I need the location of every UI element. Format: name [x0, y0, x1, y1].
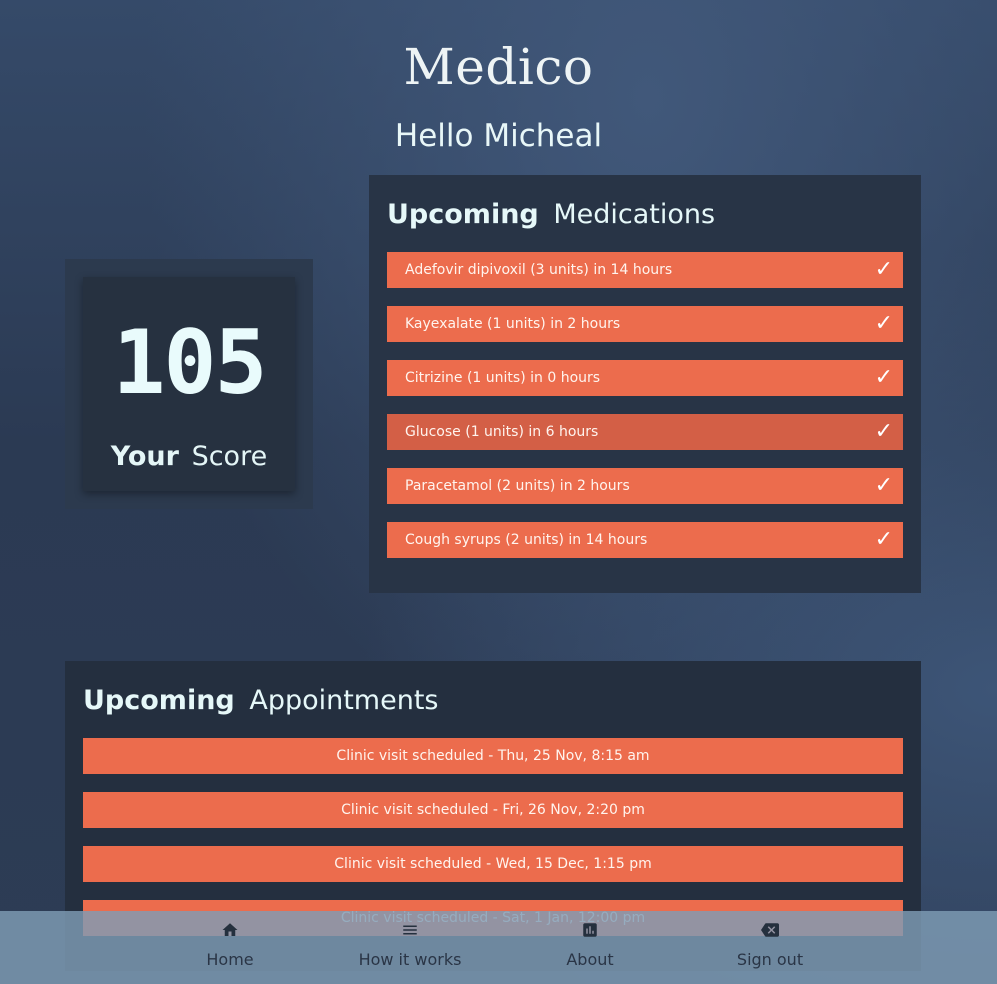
- appointment-item[interactable]: Clinic visit scheduled - Fri, 26 Nov, 2:…: [83, 792, 903, 828]
- bar-chart-icon: [500, 921, 680, 941]
- appointment-item[interactable]: Clinic visit scheduled - Wed, 15 Dec, 1:…: [83, 846, 903, 882]
- nav-sign-out-label: Sign out: [736, 950, 804, 969]
- nav-sign-out[interactable]: Sign out: [680, 911, 860, 969]
- medication-item[interactable]: Citrizine (1 units) in 0 hours ✓: [387, 360, 903, 396]
- appointments-title-rest: Appointments: [249, 685, 439, 716]
- medication-item[interactable]: Paracetamol (2 units) in 2 hours ✓: [387, 468, 903, 504]
- medications-title: Upcoming Medications: [387, 199, 903, 230]
- medication-item[interactable]: Kayexalate (1 units) in 2 hours ✓: [387, 306, 903, 342]
- brand-title: Medico: [403, 38, 594, 96]
- score-label: Your Score: [83, 441, 295, 472]
- medications-title-bold: Upcoming: [387, 199, 539, 230]
- nav-how-it-works-label: How it works: [358, 950, 462, 969]
- nav-home[interactable]: Home: [140, 911, 320, 969]
- backspace-icon: [680, 921, 860, 941]
- medication-label: Kayexalate (1 units) in 2 hours: [405, 316, 621, 332]
- greeting: Hello Micheal: [394, 118, 603, 154]
- check-icon[interactable]: ✓: [875, 414, 893, 450]
- score-card: 105 Your Score: [83, 277, 295, 491]
- appointments-title-bold: Upcoming: [83, 685, 235, 716]
- check-icon[interactable]: ✓: [875, 306, 893, 342]
- score-label-rest: Score: [191, 441, 268, 472]
- bottom-nav: Home How it works About Sign out: [0, 911, 997, 984]
- nav-about-label: About: [566, 950, 614, 969]
- medication-label: Paracetamol (2 units) in 2 hours: [405, 478, 630, 494]
- menu-icon: [320, 921, 500, 941]
- score-panel: 105 Your Score: [65, 259, 313, 509]
- medications-panel: Upcoming Medications Adefovir dipivoxil …: [369, 175, 921, 593]
- check-icon[interactable]: ✓: [875, 252, 893, 288]
- medication-label: Glucose (1 units) in 6 hours: [405, 424, 599, 440]
- check-icon[interactable]: ✓: [875, 468, 893, 504]
- medication-item[interactable]: Adefovir dipivoxil (3 units) in 14 hours…: [387, 252, 903, 288]
- nav-how-it-works[interactable]: How it works: [320, 911, 500, 969]
- nav-about[interactable]: About: [500, 911, 680, 969]
- score-value: 105: [112, 311, 268, 414]
- home-icon: [140, 921, 320, 941]
- appointment-item[interactable]: Clinic visit scheduled - Thu, 25 Nov, 8:…: [83, 738, 903, 774]
- nav-home-label: Home: [206, 950, 254, 969]
- medication-item[interactable]: Cough syrups (2 units) in 14 hours ✓: [387, 522, 903, 558]
- medication-label: Adefovir dipivoxil (3 units) in 14 hours: [405, 262, 673, 278]
- medications-title-rest: Medications: [553, 199, 716, 230]
- medication-item[interactable]: Glucose (1 units) in 6 hours ✓: [387, 414, 903, 450]
- check-icon[interactable]: ✓: [875, 360, 893, 396]
- check-icon[interactable]: ✓: [875, 522, 893, 558]
- medication-label: Cough syrups (2 units) in 14 hours: [405, 532, 648, 548]
- appointments-title: Upcoming Appointments: [83, 685, 903, 716]
- score-label-bold: Your: [110, 441, 179, 472]
- medication-label: Citrizine (1 units) in 0 hours: [405, 370, 601, 386]
